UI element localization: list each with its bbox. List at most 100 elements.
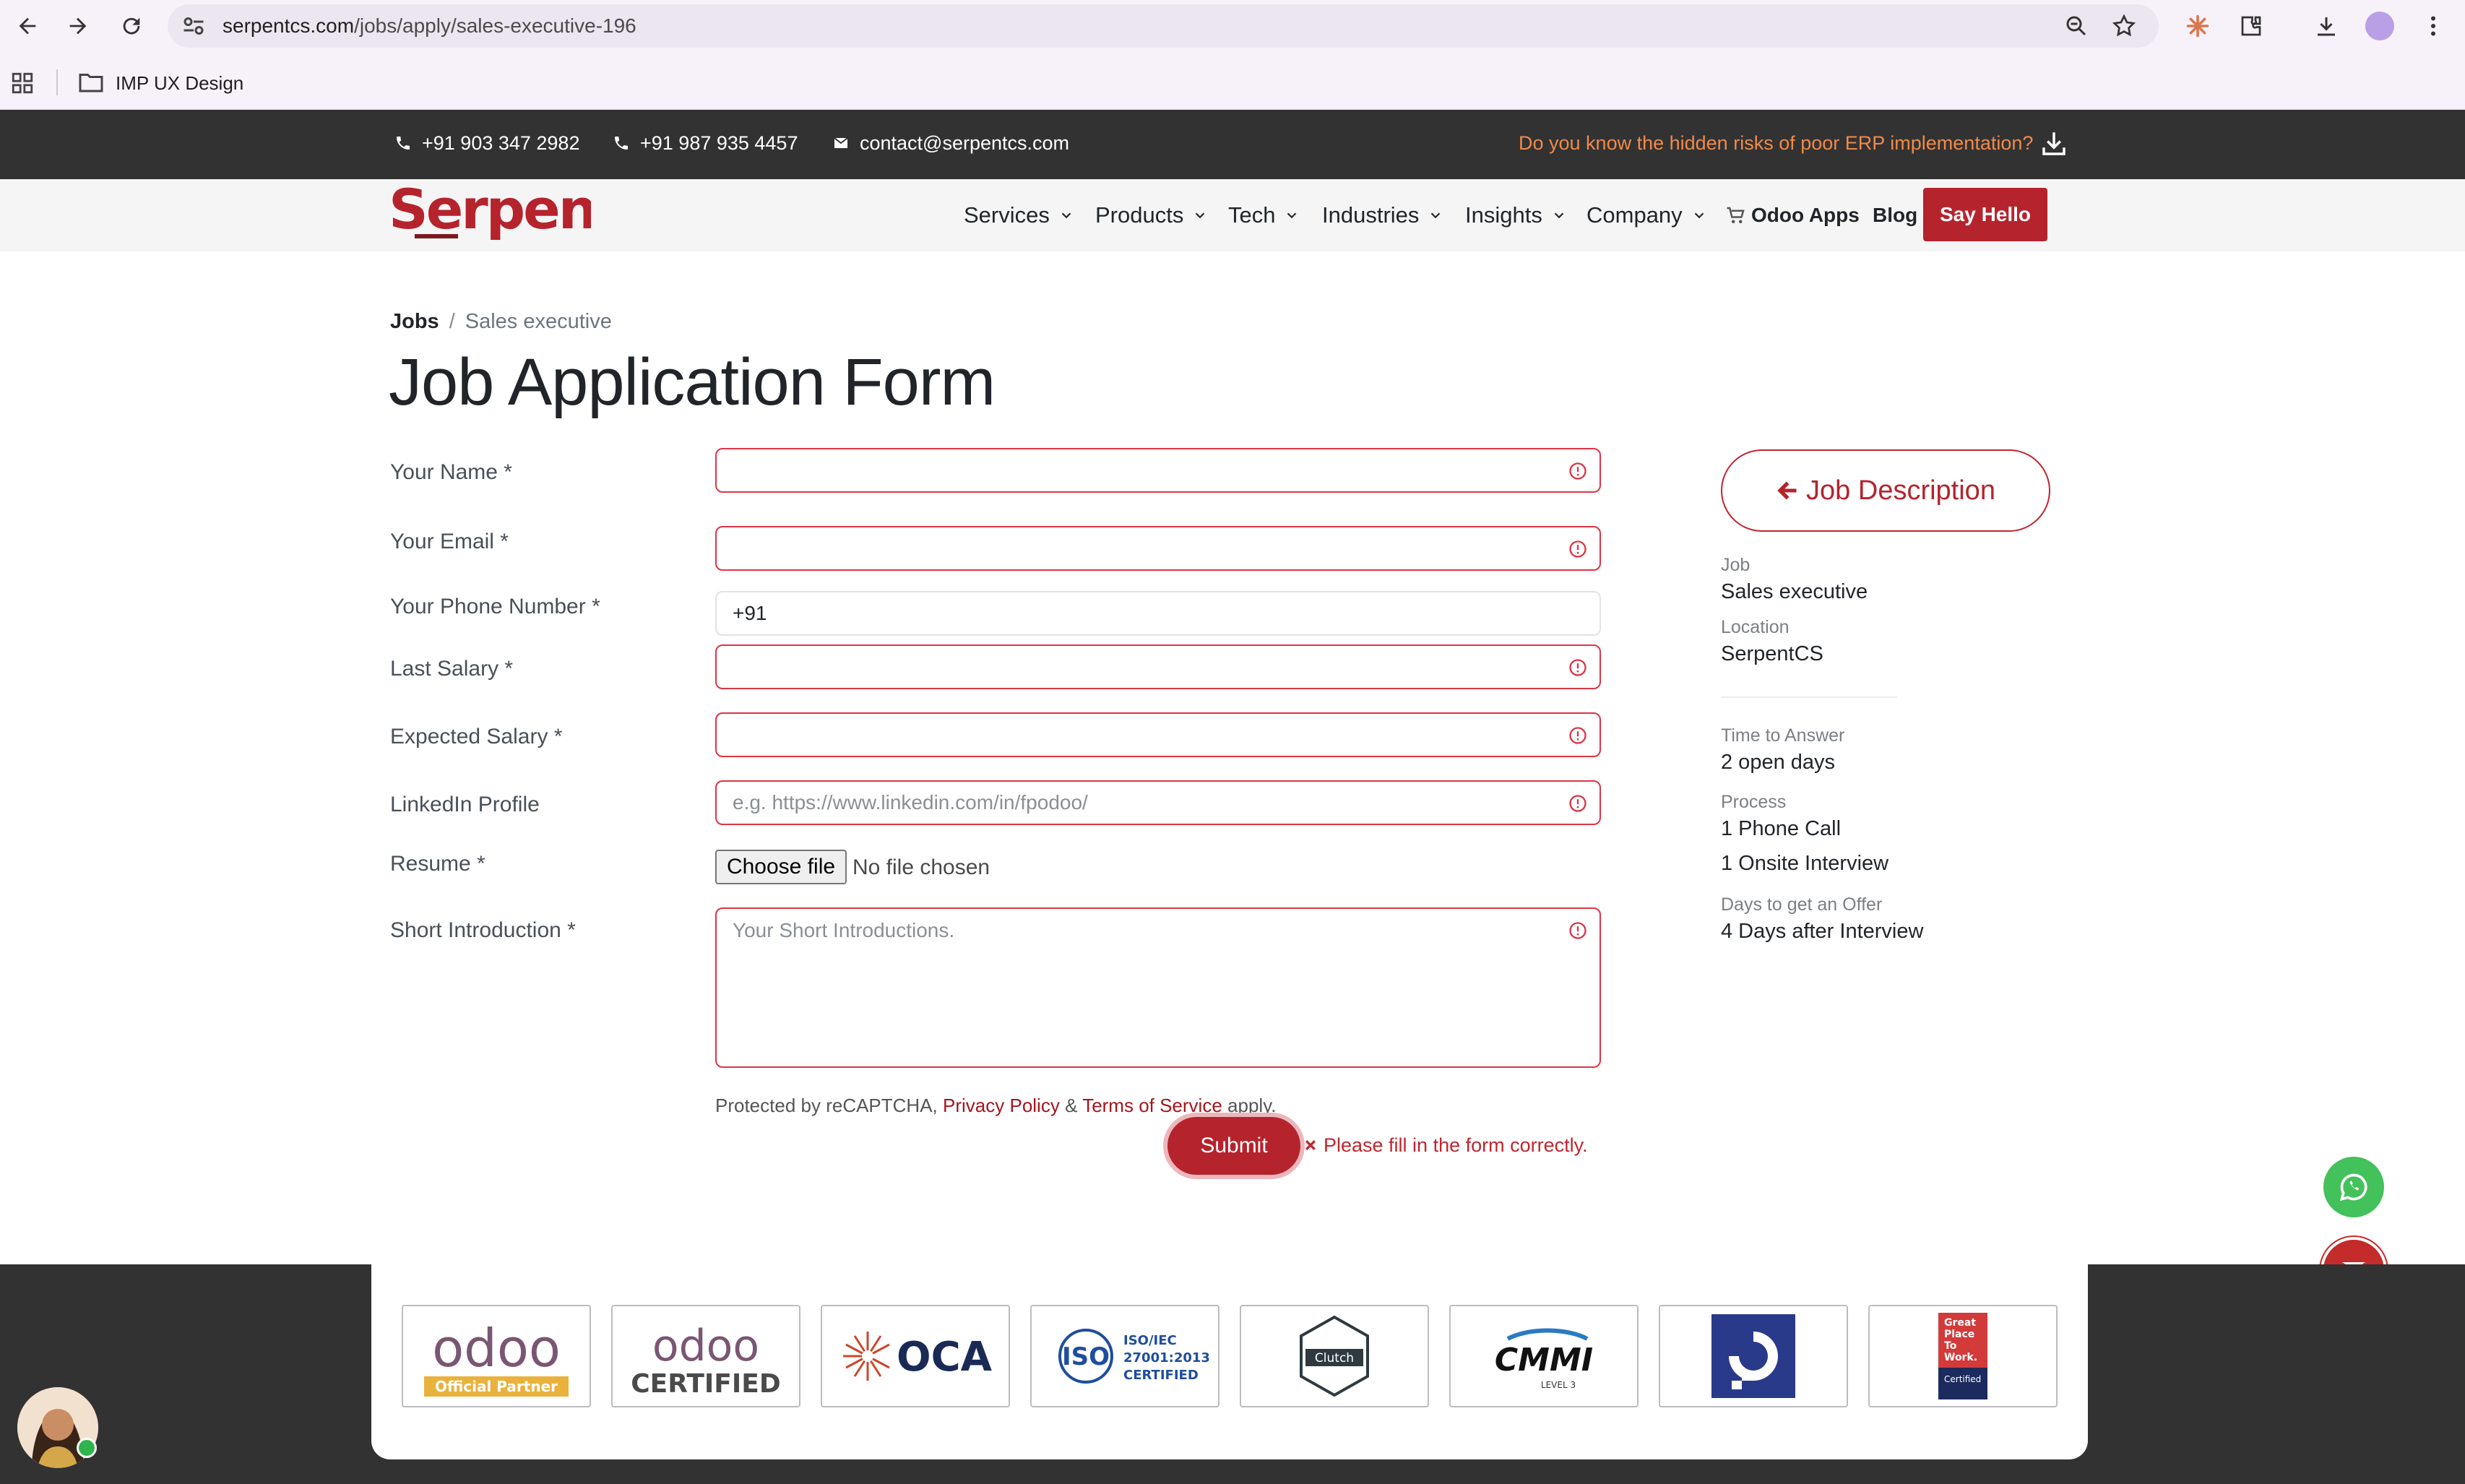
serpent-logo[interactable]: Serpent [389, 182, 591, 244]
bookmark-folder-label[interactable]: IMP UX Design [116, 71, 243, 95]
nav-blog[interactable]: Blog [1873, 199, 1917, 231]
job-value: Sales executive [1721, 580, 1868, 603]
last-salary-input[interactable] [715, 644, 1601, 689]
email-label: Your Email * [390, 530, 509, 553]
warning-icon [1569, 727, 1587, 744]
sunburst-icon [2186, 14, 2209, 38]
svg-text:Place: Place [1944, 1329, 1974, 1340]
close-icon [1305, 1139, 1316, 1151]
clutch-badge: Clutch [1240, 1305, 1429, 1407]
phone-input-value: +91 [733, 602, 767, 624]
chevron-down-icon [1287, 212, 1297, 219]
envelope-icon [834, 137, 848, 148]
phone-icon [615, 137, 628, 150]
linkedin-label: LinkedIn Profile [390, 793, 540, 816]
bookmark-star-icon[interactable] [2111, 13, 2137, 39]
extension-claude-icon[interactable] [2183, 12, 2212, 40]
chevron-down-icon [1554, 212, 1564, 219]
profile-avatar[interactable] [2365, 12, 2394, 40]
odoo-certified-badge: odoo CERTIFIED [611, 1305, 800, 1407]
phone-1-text: +91 903 347 2982 [422, 131, 580, 154]
svg-text:CERTIFIED: CERTIFIED [631, 1369, 781, 1399]
menu-button[interactable] [2419, 12, 2448, 40]
svg-text:OCA: OCA [897, 1334, 993, 1381]
process-step-1: 1 Phone Call [1721, 817, 1842, 840]
downloads-button[interactable] [2312, 12, 2341, 40]
recaptcha-amp: & [1065, 1095, 1078, 1116]
whatsapp-icon [2339, 1173, 2367, 1202]
forward-button[interactable] [59, 7, 97, 45]
job-description-button[interactable]: Job Description [1721, 449, 2050, 532]
intro-placeholder: Your Short Introductions. [733, 919, 955, 941]
contact-phone-2[interactable]: +91 987 935 4457 [613, 129, 798, 158]
online-status-dot [77, 1438, 97, 1458]
reload-button[interactable] [113, 7, 150, 45]
nav-products-label: Products [1095, 202, 1184, 228]
phone-icon [397, 137, 410, 150]
site-info-icon[interactable] [181, 13, 207, 39]
linkedin-input[interactable]: e.g. https://www.linkedin.com/in/fpodoo/ [715, 780, 1601, 825]
folder-icon[interactable] [78, 72, 104, 93]
address-bar[interactable]: serpentcs.com/jobs/apply/sales-executive… [168, 4, 2159, 48]
nav-services-label: Services [964, 202, 1050, 228]
whatsapp-button[interactable] [2323, 1157, 2384, 1217]
chevron-down-icon [1061, 212, 1071, 219]
chevron-down-icon [1196, 212, 1205, 219]
nav-insights[interactable]: Insights [1465, 199, 1567, 231]
recaptcha-prefix: Protected by reCAPTCHA, [715, 1095, 938, 1116]
svg-text:Official Partner: Official Partner [435, 1378, 558, 1395]
sidebar-divider [1721, 696, 1897, 698]
apps-grid-icon[interactable] [10, 71, 35, 95]
offer-key: Days to get an Offer [1721, 894, 1883, 915]
erp-risks-link[interactable]: Do you know the hidden risks of poor ERP… [1519, 129, 2033, 158]
extensions-button[interactable] [2237, 12, 2266, 40]
privacy-policy-link[interactable]: Privacy Policy [943, 1095, 1060, 1116]
nav-products[interactable]: Products [1095, 199, 1208, 231]
iso-27001-badge: ISO ISO/IEC 27001:2013 CERTIFIED [1030, 1305, 1219, 1407]
nav-blog-label: Blog [1873, 204, 1918, 226]
nav-company[interactable]: Company [1587, 199, 1707, 231]
url-host: serpentcs.com [223, 14, 355, 37]
svg-text:Great: Great [1944, 1317, 1976, 1329]
back-button[interactable] [9, 7, 46, 45]
reload-icon [123, 17, 140, 35]
breadcrumb-jobs[interactable]: Jobs [390, 310, 439, 333]
name-input[interactable] [715, 448, 1601, 493]
intro-textarea[interactable]: Your Short Introductions. [715, 907, 1601, 1068]
process-step-2: 1 Onsite Interview [1721, 852, 1889, 875]
kebab-menu-icon [2431, 16, 2435, 36]
nav-odoo-apps-label: Odoo Apps [1751, 204, 1860, 226]
download-icon[interactable] [2039, 129, 2069, 159]
breadcrumb: Jobs / Sales executive [390, 306, 612, 337]
location-key: Location [1721, 617, 1790, 637]
nav-tech[interactable]: Tech [1228, 199, 1300, 231]
submit-button[interactable]: Submit [1167, 1117, 1300, 1175]
nav-industries[interactable]: Industries [1322, 199, 1443, 231]
contact-email[interactable]: contact@serpentcs.com [832, 129, 1069, 158]
job-description-label: Job Description [1806, 475, 1995, 506]
nav-odoo-apps[interactable]: Odoo Apps [1725, 199, 1860, 231]
puzzle-icon [2241, 16, 2261, 36]
nav-services[interactable]: Services [964, 199, 1074, 231]
linkedin-placeholder: e.g. https://www.linkedin.com/in/fpodoo/ [733, 791, 1088, 814]
url-path: /jobs/apply/sales-executive-196 [354, 14, 636, 37]
offer-value: 4 Days after Interview [1721, 920, 1924, 943]
svg-text:Work.: Work. [1944, 1352, 1977, 1363]
intro-label: Short Introduction * [390, 918, 576, 942]
email-input[interactable] [715, 526, 1601, 571]
contact-phone-1[interactable]: +91 903 347 2982 [394, 129, 579, 158]
expected-salary-label: Expected Salary * [390, 725, 563, 749]
zoom-icon[interactable] [2063, 13, 2089, 39]
bookmark-separator [56, 69, 58, 95]
email-text: contact@serpentcs.com [860, 131, 1070, 154]
great-place-to-work-badge: Great Place To Work. Certified [1868, 1305, 2058, 1407]
warning-icon [1569, 540, 1587, 558]
svg-text:odoo: odoo [432, 1318, 561, 1379]
expected-salary-input[interactable] [715, 712, 1601, 757]
terms-link[interactable]: Terms of Service [1082, 1095, 1222, 1116]
say-hello-button[interactable]: Say Hello [1923, 188, 2047, 241]
choose-file-button[interactable]: Choose file [715, 850, 847, 884]
breadcrumb-separator: / [449, 310, 455, 333]
phone-input[interactable]: +91 [715, 591, 1601, 636]
svg-text:odoo: odoo [652, 1321, 759, 1371]
